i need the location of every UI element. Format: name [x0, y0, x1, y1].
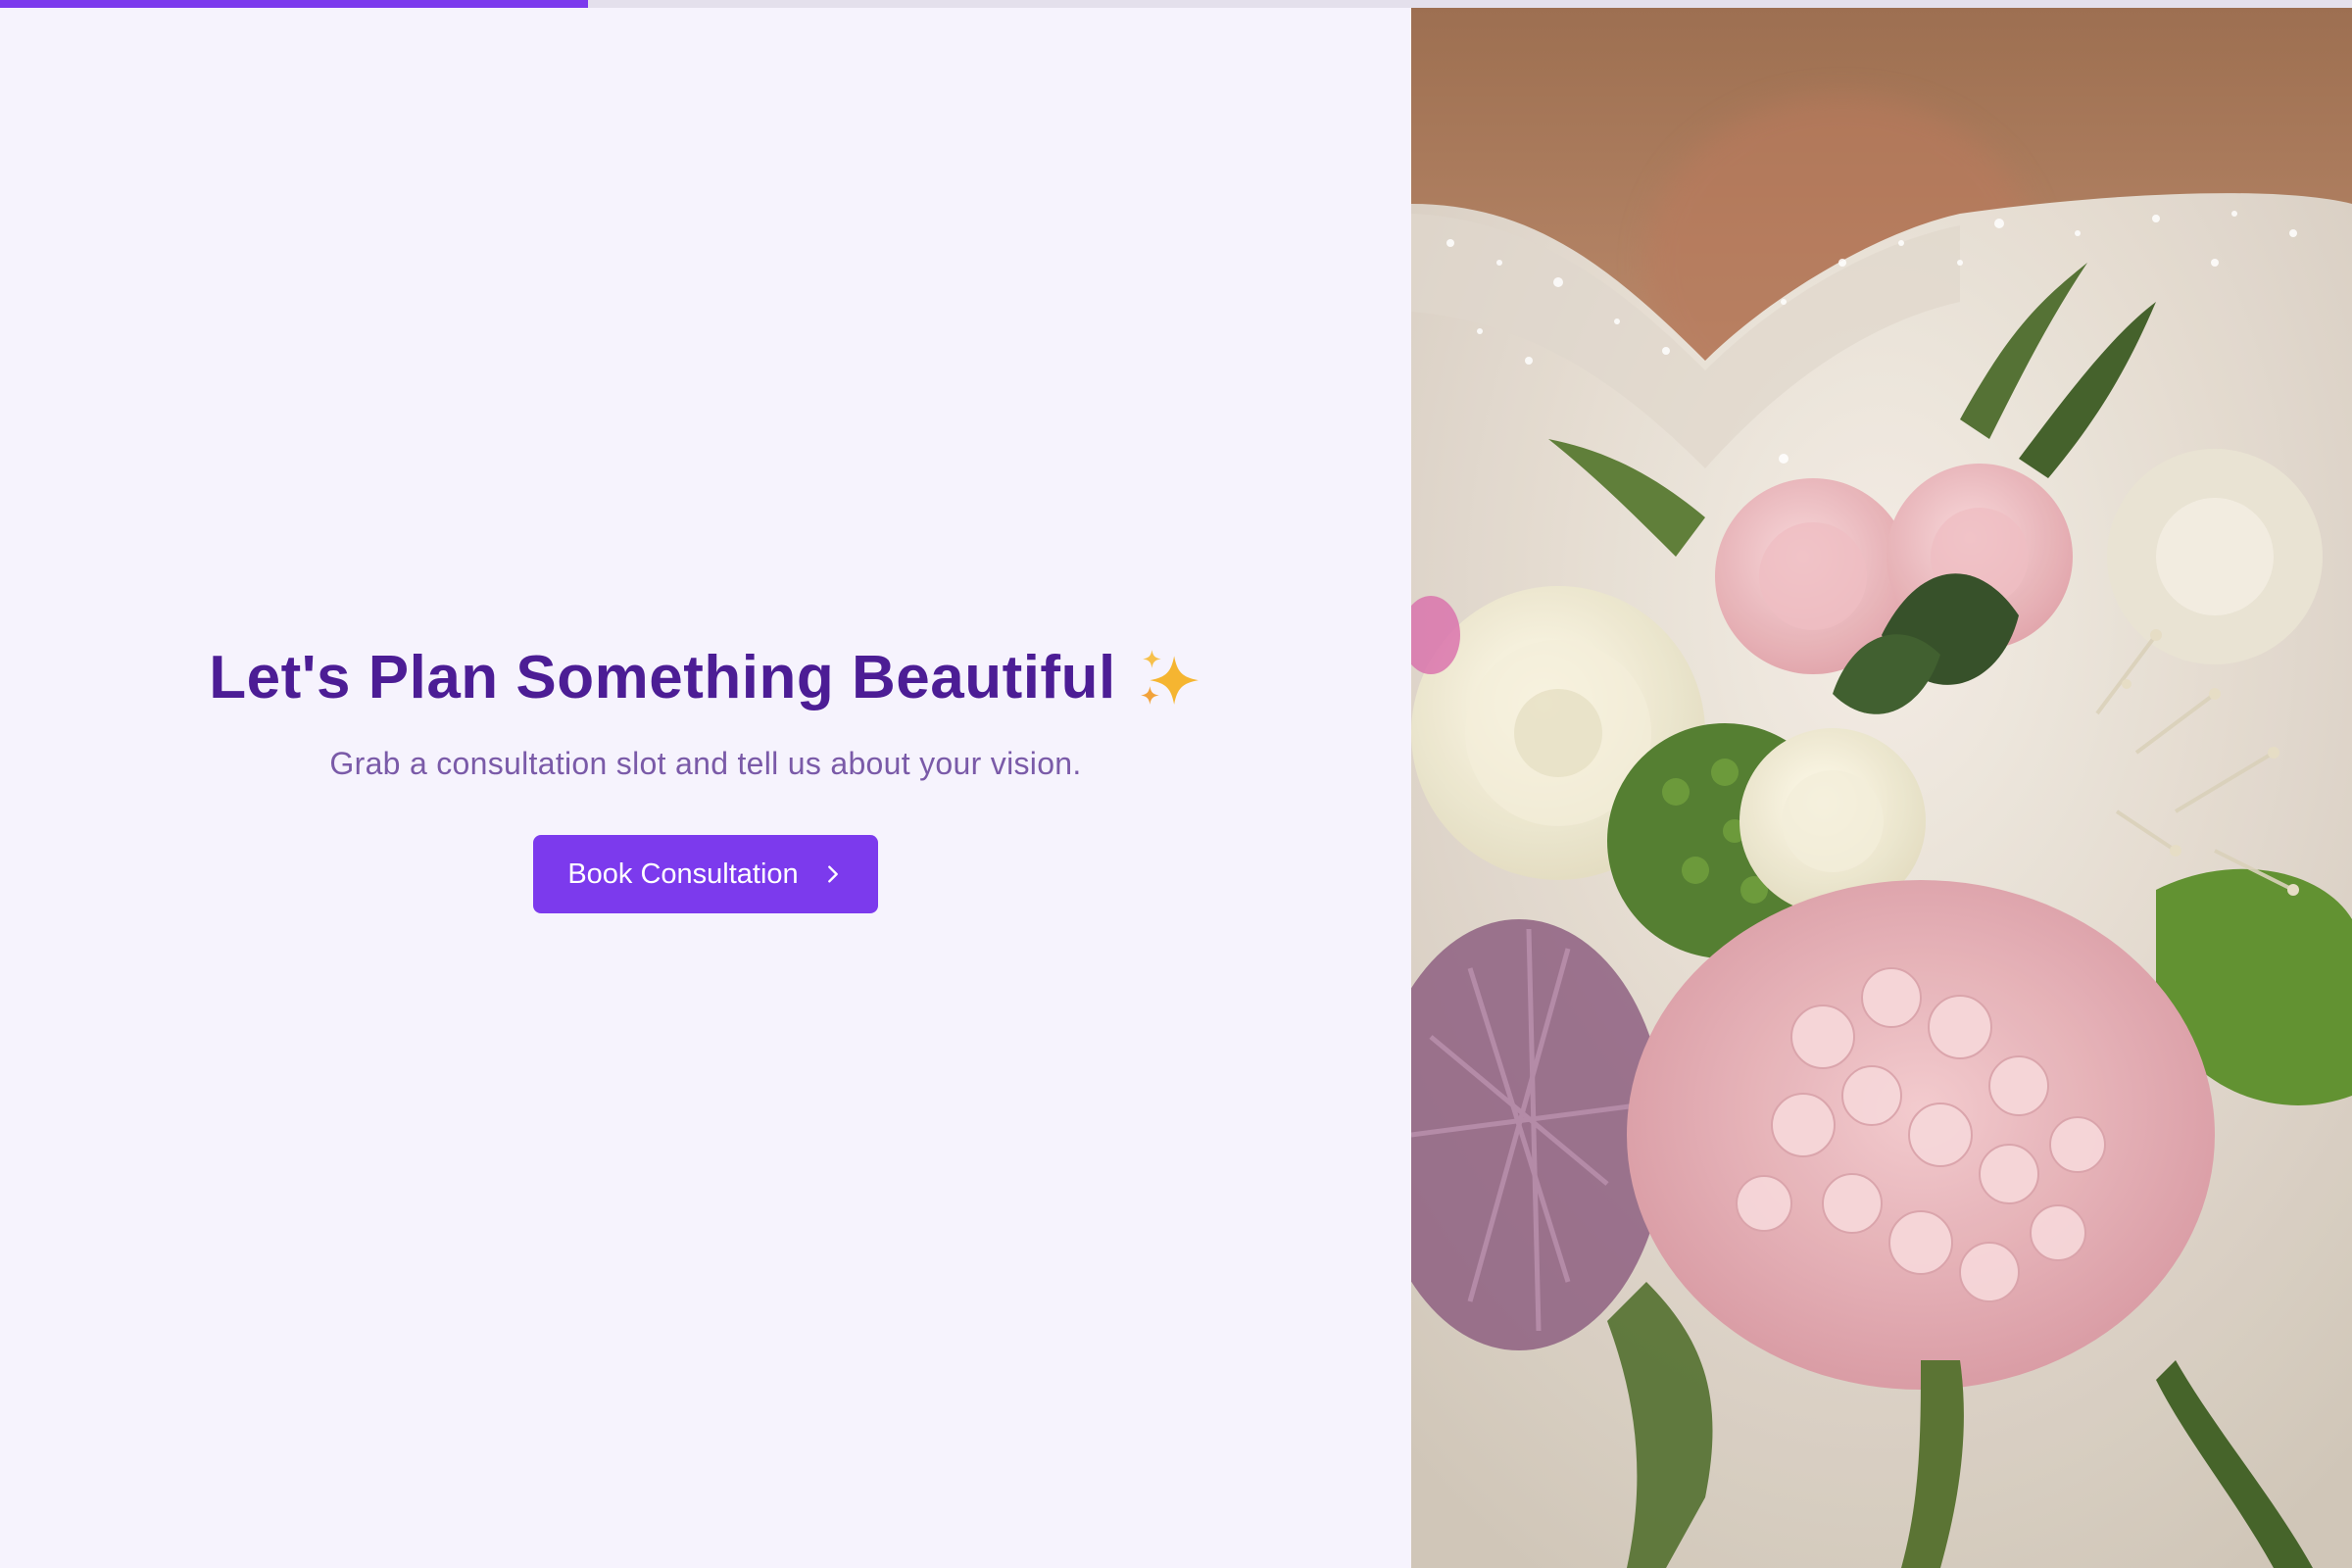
- hero-title: Let's Plan Something Beautiful: [209, 644, 1116, 711]
- page: Let's Plan Something Beautiful Grab a co…: [0, 8, 2352, 1568]
- progress-bar-fill: [0, 0, 588, 8]
- progress-bar: [0, 0, 2352, 8]
- hero-subtitle: Grab a consultation slot and tell us abo…: [329, 746, 1082, 781]
- bridal-bouquet-photo: [1411, 8, 2352, 1568]
- book-consultation-label: Book Consultation: [567, 858, 799, 890]
- sparkles-icon: [1140, 649, 1199, 705]
- book-consultation-button[interactable]: Book Consultation: [533, 835, 878, 913]
- bouquet-illustration: [1411, 8, 2352, 1568]
- hero-panel: Let's Plan Something Beautiful Grab a co…: [0, 8, 1411, 1568]
- hero-title-row: Let's Plan Something Beautiful: [209, 643, 1201, 712]
- chevron-right-icon: [827, 865, 838, 883]
